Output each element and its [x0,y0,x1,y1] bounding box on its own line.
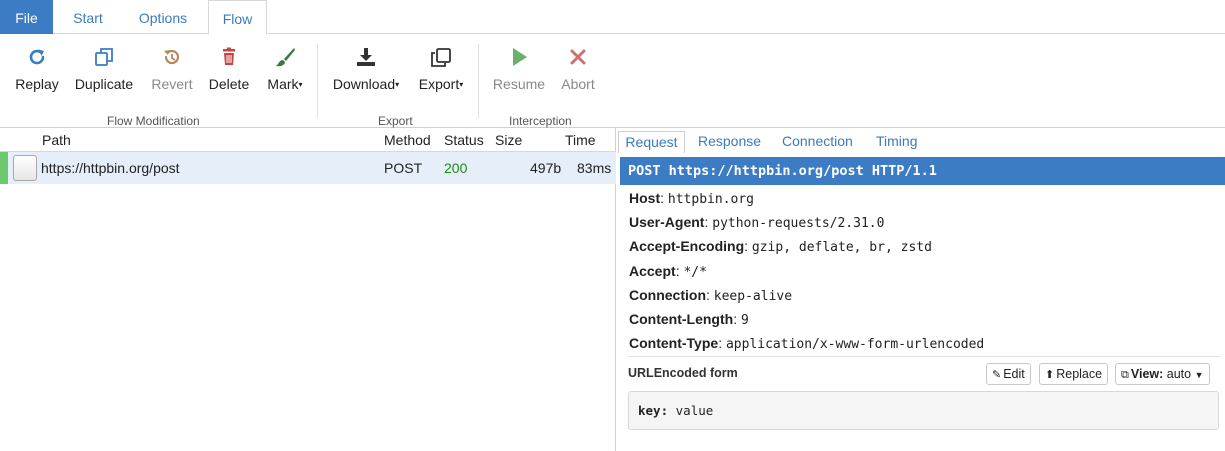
form-value: value [675,403,714,418]
flow-method: POST [384,160,423,176]
revert-label: Revert [151,76,193,92]
tab-request[interactable]: Request [618,131,685,153]
clone-icon: ⧉ [1121,369,1129,381]
trash-icon [207,46,251,70]
tab-response[interactable]: Response [698,131,761,153]
group-label-flow-modification: Flow Modification [107,114,200,128]
detail-tabs: Request Response Connection Timing [617,128,1225,153]
chevron-down-icon: ▼ [1194,370,1204,380]
resume-button[interactable]: Resume [491,46,547,96]
download-icon [330,46,402,70]
revert-button[interactable]: Revert [149,46,195,96]
form-title: URLEncoded form [628,366,738,380]
revert-icon [149,46,195,70]
group-label-interception: Interception [509,114,572,128]
replace-button[interactable]: ⬆ Replace [1039,363,1109,385]
mark-label: Mark▾ [267,76,303,92]
delete-button[interactable]: Delete [207,46,251,96]
mark-caret: ▾ [298,80,303,89]
mark-button[interactable]: Mark▾ [264,46,306,96]
table-row[interactable]: https://httpbin.org/post POST 200 497b 8… [0,152,616,184]
request-line[interactable]: POST https://httpbin.org/post HTTP/1.1 [620,157,1225,185]
menu-bar: File Start Options Flow [0,0,1225,35]
flow-table-header: Path Method Status Size Time [0,128,616,152]
export-button[interactable]: Export▾ [416,46,466,96]
header-row[interactable]: User-Agent: python-requests/2.31.0 [629,214,884,231]
play-icon [491,46,547,70]
menu-tab-options[interactable]: Options [123,0,203,34]
menu-tab-flow[interactable]: Flow [208,0,267,35]
form-divider [628,356,1221,357]
edit-icon: ✎ [992,369,1002,381]
header-row[interactable]: Accept-Encoding: gzip, deflate, br, zstd [629,238,932,255]
toolbar: Replay Duplicate Revert Delete Mark▾ Flo… [0,34,1225,128]
view-mode-select[interactable]: ⧉ View: auto ▼ [1115,363,1210,385]
column-time[interactable]: Time [565,132,596,148]
abort-label: Abort [561,76,595,92]
replay-button[interactable]: Replay [13,46,61,96]
header-row[interactable]: Connection: keep-alive [629,287,792,304]
form-key: key: [638,403,669,418]
header-row[interactable]: Content-Type: application/x-www-form-url… [629,335,984,352]
resume-label: Resume [492,76,546,92]
menu-tab-file[interactable]: File [0,0,53,34]
flow-detail: Request Response Connection Timing POST … [617,128,1225,451]
paintbrush-icon [264,46,306,70]
column-status[interactable]: Status [444,132,484,148]
duplicate-label: Duplicate [74,76,134,92]
download-button[interactable]: Download▾ [330,46,402,96]
group-label-export: Export [378,114,413,128]
flow-size: 497b [530,160,562,176]
replay-icon [13,46,61,70]
toolbar-divider [317,44,318,118]
column-method[interactable]: Method [384,132,431,148]
flow-status: 200 [444,160,468,176]
export-caret: ▾ [459,80,464,89]
document-icon [13,155,37,181]
edit-button[interactable]: ✎ Edit [986,363,1031,385]
upload-icon: ⬆ [1045,369,1055,381]
delete-label: Delete [208,76,250,92]
export-label: Export▾ [418,76,464,92]
form-content[interactable]: key: value [628,391,1219,430]
header-row[interactable]: Accept: */* [629,263,707,280]
menu-tab-start[interactable]: Start [53,0,123,34]
duplicate-button[interactable]: Duplicate [72,46,136,96]
duplicate-icon [72,46,136,70]
toolbar-divider [478,44,479,118]
column-size[interactable]: Size [495,132,522,148]
flow-path: https://httpbin.org/post [41,160,180,176]
download-label: Download▾ [332,76,400,92]
flow-list: Path Method Status Size Time https://htt… [0,128,616,451]
replay-label: Replay [15,76,59,92]
column-path[interactable]: Path [42,132,71,148]
abort-button[interactable]: Abort [558,46,598,96]
flow-marker [0,152,8,184]
tab-timing[interactable]: Timing [876,131,918,153]
download-caret: ▾ [395,80,400,89]
header-row[interactable]: Content-Length: 9 [629,311,749,328]
clone-icon [416,46,466,70]
tab-connection[interactable]: Connection [782,131,853,153]
flow-time: 83ms [577,160,612,176]
header-row[interactable]: Host: httpbin.org [629,190,754,207]
close-icon [558,46,598,70]
